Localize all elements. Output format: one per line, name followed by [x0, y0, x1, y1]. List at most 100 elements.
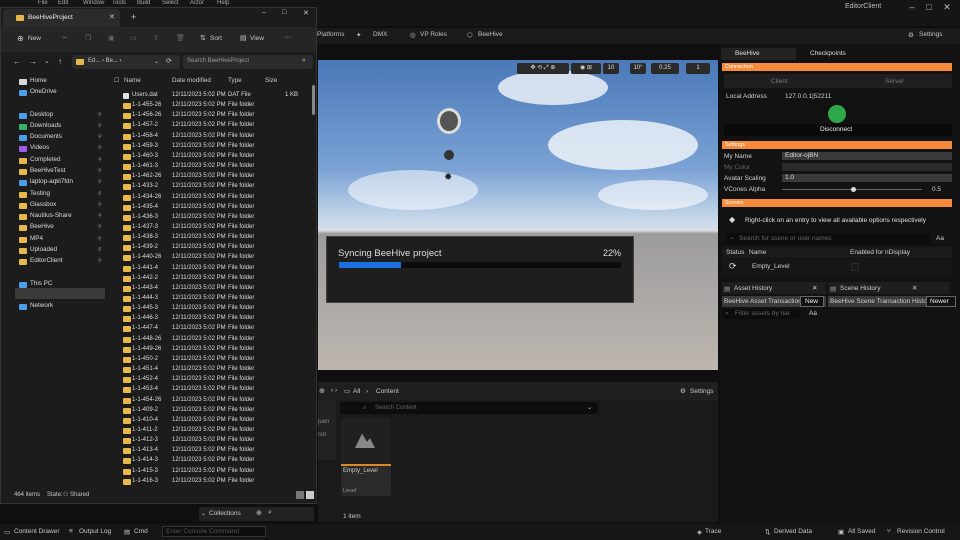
share-icon[interactable]: ⇪: [153, 34, 159, 42]
file-row[interactable]: 1-1-458-4 12/11/2023 5:02 PM File folder: [112, 132, 312, 142]
delete-icon[interactable]: 🗑: [176, 34, 185, 42]
rename-icon[interactable]: ▭: [130, 34, 137, 42]
pin-icon[interactable]: ⚲: [98, 224, 102, 230]
search-icon[interactable]: ⌕: [268, 509, 272, 517]
dmx-button[interactable]: DMX: [373, 31, 387, 38]
surface-snapping[interactable]: ◉ ⊞: [571, 63, 601, 74]
menu-edit[interactable]: Edit: [58, 0, 68, 6]
col-date[interactable]: Date modified: [172, 77, 211, 84]
file-row[interactable]: Users.dat 12/11/2023 5:02 PM DAT File 1 KB: [112, 91, 312, 101]
transform-tools[interactable]: ✥ ⟲ ⤢ ⊕: [517, 63, 569, 74]
pin-icon[interactable]: ⚲: [98, 157, 102, 163]
nav-item[interactable]: EditorClient: [30, 257, 63, 264]
nav-item[interactable]: Uploaded: [30, 246, 57, 253]
nav-item[interactable]: This PC: [30, 280, 52, 287]
scale-snap-value[interactable]: 0.25: [651, 63, 679, 74]
nav-item[interactable]: Glassbox: [30, 201, 56, 208]
file-row[interactable]: 1-1-460-3 12/11/2023 5:02 PM File folder: [112, 152, 312, 162]
menu-tools[interactable]: Tools: [112, 0, 126, 6]
close-icon[interactable]: ✕: [109, 13, 115, 21]
nav-item[interactable]: BeeHiveTest: [30, 167, 65, 174]
refresh-icon[interactable]: ⟳: [166, 57, 172, 65]
view-button[interactable]: View: [250, 35, 264, 42]
file-row[interactable]: 1-1-451-4 12/11/2023 5:02 PM File folder: [112, 365, 312, 375]
file-row[interactable]: 1-1-452-4 12/11/2023 5:02 PM File folder: [112, 375, 312, 385]
my-color-picker[interactable]: [782, 163, 952, 171]
paste-icon[interactable]: ▣: [108, 34, 115, 42]
new-button[interactable]: New: [28, 35, 41, 42]
add-collection-icon[interactable]: ⊕: [256, 509, 262, 517]
file-row[interactable]: 1-1-446-3 12/11/2023 5:02 PM File folder: [112, 314, 312, 324]
pin-icon[interactable]: ⚲: [98, 258, 102, 264]
file-row[interactable]: 1-1-443-4 12/11/2023 5:02 PM File folder: [112, 284, 312, 294]
file-row[interactable]: 1-1-454-26 12/11/2023 5:02 PM File folder: [112, 396, 312, 406]
nav-item[interactable]: Videos: [30, 144, 49, 151]
file-row[interactable]: 1-1-412-3 12/11/2023 5:02 PM File folder: [112, 436, 312, 446]
minimize-icon[interactable]: –: [262, 9, 266, 16]
trace-button[interactable]: Trace: [705, 528, 721, 535]
file-row[interactable]: 1-1-461-3 12/11/2023 5:02 PM File folder: [112, 162, 312, 172]
client-tab[interactable]: Client: [771, 78, 788, 85]
file-row[interactable]: 1-1-462-26 12/11/2023 5:02 PM File folder: [112, 172, 312, 182]
my-name-field[interactable]: Editor-ojBN: [782, 152, 952, 160]
file-row[interactable]: 1-1-448-26 12/11/2023 5:02 PM File folder: [112, 335, 312, 345]
file-row[interactable]: 1-1-439-2 12/11/2023 5:02 PM File folder: [112, 243, 312, 253]
close-icon[interactable]: ✕: [303, 9, 309, 17]
file-row[interactable]: 1-1-413-4 12/11/2023 5:02 PM File folder: [112, 446, 312, 456]
file-row[interactable]: 1-1-409-2 12/11/2023 5:02 PM File folder: [112, 406, 312, 416]
file-row[interactable]: 1-1-445-3 12/11/2023 5:02 PM File folder: [112, 304, 312, 314]
nav-item[interactable]: MP4: [30, 235, 43, 242]
camera-speed-value[interactable]: 1: [686, 63, 710, 74]
nav-item[interactable]: laptop-aqkl7fdn: [30, 178, 73, 185]
forward-icon[interactable]: →: [29, 57, 37, 66]
file-row[interactable]: 1-1-414-3 12/11/2023 5:02 PM File folder: [112, 456, 312, 466]
cut-icon[interactable]: ✂: [62, 34, 68, 42]
file-row[interactable]: 1-1-440-26 12/11/2023 5:02 PM File folder: [112, 253, 312, 263]
cmd-dropdown[interactable]: Cmd: [134, 528, 148, 535]
col-type[interactable]: Type: [228, 77, 242, 84]
side-tab-1[interactable]: juen: [318, 419, 329, 425]
ndisplay-checkbox[interactable]: [851, 263, 859, 271]
nav-item[interactable]: Downloads: [30, 122, 61, 129]
col-size[interactable]: Size: [265, 77, 277, 84]
nav-item[interactable]: Nautilus-Share: [30, 212, 72, 219]
file-row[interactable]: 1-1-433-2 12/11/2023 5:02 PM File folder: [112, 182, 312, 192]
add-tab-icon[interactable]: +: [131, 12, 136, 22]
pin-icon[interactable]: ⚲: [98, 191, 102, 197]
menu-actor[interactable]: Actor: [190, 0, 204, 6]
file-row[interactable]: 1-1-455-26 12/11/2023 5:02 PM File folder: [112, 101, 312, 111]
avatar-scaling-field[interactable]: 1.0: [782, 174, 952, 182]
tab-beehive[interactable]: BeeHive: [721, 48, 796, 60]
up-icon[interactable]: ↑: [58, 57, 62, 66]
back-icon[interactable]: ←: [13, 57, 21, 66]
file-row[interactable]: 1-1-411-2 12/11/2023 5:02 PM File folder: [112, 426, 312, 436]
revision-control-button[interactable]: Revision Control: [897, 528, 945, 535]
output-log-button[interactable]: Output Log: [79, 528, 111, 535]
menu-file[interactable]: File: [38, 0, 48, 6]
file-row[interactable]: 1-1-453-4 12/11/2023 5:02 PM File folder: [112, 385, 312, 395]
file-row[interactable]: 1-1-456-26 12/11/2023 5:02 PM File folder: [112, 111, 312, 121]
angle-snap-value[interactable]: 10°: [630, 63, 646, 74]
side-tab-2[interactable]: rsh: [318, 432, 326, 438]
tiles-view-icon[interactable]: [306, 491, 314, 499]
close-icon[interactable]: ✕: [812, 284, 817, 292]
file-row[interactable]: 1-1-436-3 12/11/2023 5:02 PM File folder: [112, 213, 312, 223]
back-icon[interactable]: ‹ ›: [331, 387, 337, 394]
file-row[interactable]: 1-1-435-4 12/11/2023 5:02 PM File folder: [112, 203, 312, 213]
vp-roles-button[interactable]: VP Roles: [420, 31, 447, 38]
content-settings-button[interactable]: Settings: [690, 388, 714, 395]
pin-icon[interactable]: ⚲: [98, 179, 102, 185]
vcones-slider-handle[interactable]: [851, 187, 856, 192]
pin-icon[interactable]: ⚲: [98, 112, 102, 118]
match-case-button[interactable]: Aa: [809, 310, 817, 317]
pin-icon[interactable]: ⚲: [98, 236, 102, 242]
nav-item[interactable]: Testing: [30, 190, 50, 197]
menu-select[interactable]: Select: [162, 0, 179, 6]
chevron-down-icon[interactable]: ⌄: [587, 404, 592, 411]
menu-window[interactable]: Window: [83, 0, 104, 6]
maximize-icon[interactable]: □: [282, 9, 286, 16]
sort-button[interactable]: Sort: [210, 35, 222, 42]
collections-label[interactable]: Collections: [209, 510, 241, 517]
file-row[interactable]: 1-1-459-3 12/11/2023 5:02 PM File folder: [112, 142, 312, 152]
file-row[interactable]: 1-1-415-3 12/11/2023 5:02 PM File folder: [112, 467, 312, 477]
